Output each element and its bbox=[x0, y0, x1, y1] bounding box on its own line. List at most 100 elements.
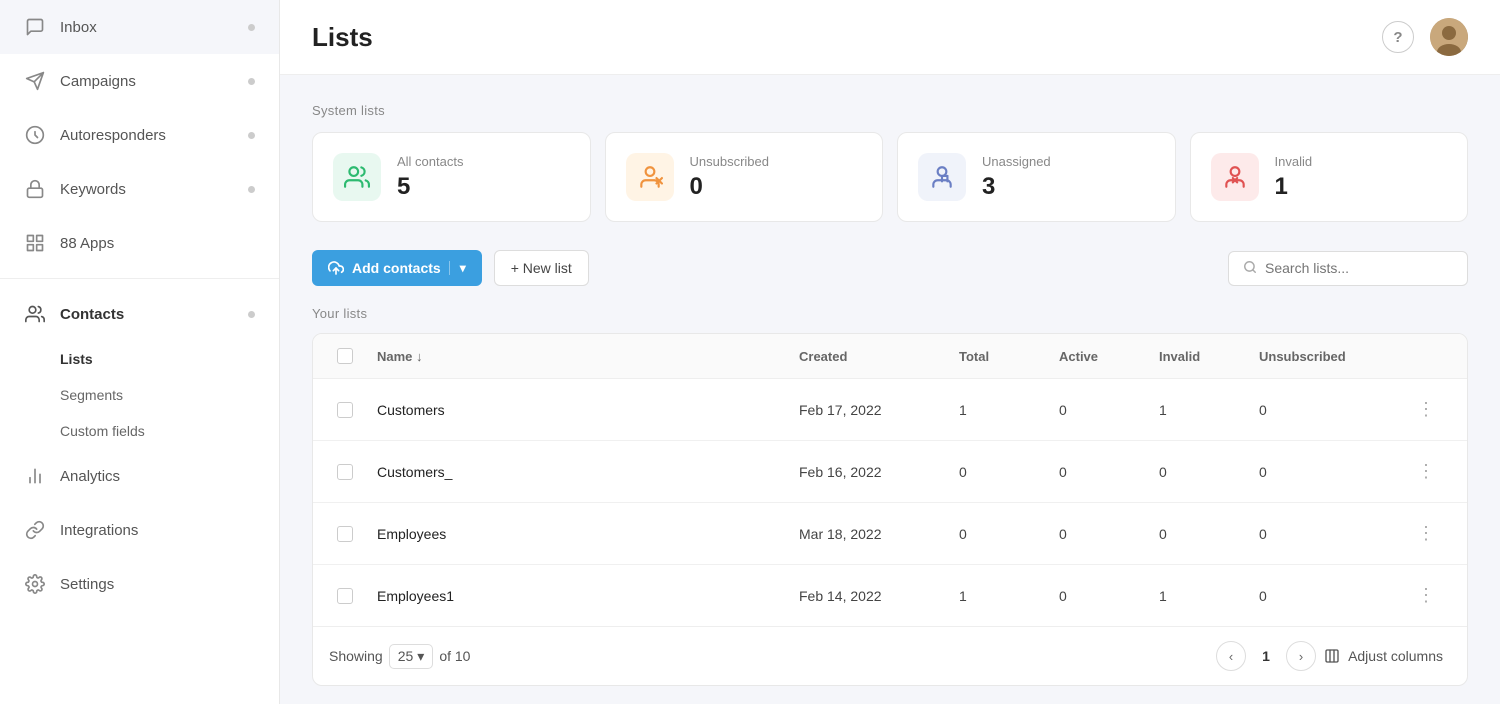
system-lists-label: System lists bbox=[312, 103, 1468, 118]
page-title: Lists bbox=[312, 22, 373, 53]
unsubscribed-card[interactable]: Unsubscribed 0 bbox=[605, 132, 884, 222]
add-contacts-chevron[interactable]: ▾ bbox=[449, 261, 466, 275]
row-2-more-button[interactable]: ⋮ bbox=[1409, 457, 1443, 486]
all-contacts-card[interactable]: All contacts 5 bbox=[312, 132, 591, 222]
sidebar-sub-item-custom-fields[interactable]: Custom fields bbox=[0, 413, 279, 449]
system-cards: All contacts 5 Unsubscribed 0 bbox=[312, 132, 1468, 222]
new-list-label: + New list bbox=[511, 260, 572, 276]
sidebar-item-settings[interactable]: Settings bbox=[0, 557, 279, 611]
th-active[interactable]: Active bbox=[1051, 334, 1151, 378]
inbox-icon bbox=[24, 16, 46, 38]
row-checkbox-1 bbox=[329, 386, 369, 434]
avatar[interactable] bbox=[1430, 18, 1468, 56]
row-4-more: ⋮ bbox=[1401, 565, 1451, 626]
all-contacts-icon bbox=[333, 153, 381, 201]
row-2-created: Feb 16, 2022 bbox=[791, 448, 951, 496]
search-icon bbox=[1243, 260, 1257, 277]
table-row: Employees1 Feb 14, 2022 1 0 1 0 ⋮ bbox=[313, 565, 1467, 627]
sidebar-label-settings: Settings bbox=[60, 576, 114, 593]
row-1-more-button[interactable]: ⋮ bbox=[1409, 395, 1443, 424]
sidebar-item-contacts[interactable]: Contacts bbox=[0, 287, 279, 341]
content-area: System lists All contacts 5 Unsubscribed bbox=[280, 75, 1500, 704]
unassigned-value: 3 bbox=[982, 173, 1051, 201]
inbox-dot bbox=[248, 24, 255, 31]
sidebar-sub-item-lists[interactable]: Lists bbox=[0, 341, 279, 377]
per-page-select[interactable]: 25 ▾ bbox=[389, 644, 434, 669]
settings-icon bbox=[24, 573, 46, 595]
row-2-checkbox[interactable] bbox=[337, 464, 353, 480]
sidebar-label-contacts: Contacts bbox=[60, 306, 124, 323]
table-footer: Showing 25 ▾ of 10 ‹ 1 › Adjust columns bbox=[313, 626, 1467, 685]
th-invalid[interactable]: Invalid bbox=[1151, 334, 1251, 378]
row-4-checkbox[interactable] bbox=[337, 588, 353, 604]
unassigned-icon bbox=[918, 153, 966, 201]
row-2-more: ⋮ bbox=[1401, 441, 1451, 502]
table-row: Customers_ Feb 16, 2022 0 0 0 0 ⋮ bbox=[313, 441, 1467, 503]
sidebar-item-keywords[interactable]: Keywords bbox=[0, 162, 279, 216]
row-2-active: 0 bbox=[1051, 448, 1151, 496]
unassigned-label: Unassigned bbox=[982, 154, 1051, 169]
unassigned-card[interactable]: Unassigned 3 bbox=[897, 132, 1176, 222]
th-unsubscribed[interactable]: Unsubscribed bbox=[1251, 334, 1401, 378]
row-4-total: 1 bbox=[951, 572, 1051, 620]
adjust-columns-button[interactable]: Adjust columns bbox=[1316, 644, 1451, 668]
row-3-more-button[interactable]: ⋮ bbox=[1409, 519, 1443, 548]
row-4-name[interactable]: Employees1 bbox=[369, 572, 791, 620]
unsubscribed-icon bbox=[626, 153, 674, 201]
sidebar-label-autoresponders: Autoresponders bbox=[60, 127, 166, 144]
th-total[interactable]: Total bbox=[951, 334, 1051, 378]
sidebar-item-integrations[interactable]: Integrations bbox=[0, 503, 279, 557]
next-page-button[interactable]: › bbox=[1286, 641, 1316, 671]
sidebar-label-inbox: Inbox bbox=[60, 19, 97, 36]
sidebar-item-campaigns[interactable]: Campaigns bbox=[0, 54, 279, 108]
autoresponders-icon bbox=[24, 124, 46, 146]
row-3-active: 0 bbox=[1051, 510, 1151, 558]
row-2-unsubscribed: 0 bbox=[1251, 448, 1401, 496]
campaigns-icon bbox=[24, 70, 46, 92]
your-lists-label: Your lists bbox=[312, 306, 1468, 321]
unsubscribed-info: Unsubscribed 0 bbox=[690, 154, 770, 201]
row-4-more-button[interactable]: ⋮ bbox=[1409, 581, 1443, 610]
row-3-more: ⋮ bbox=[1401, 503, 1451, 564]
unsubscribed-label: Unsubscribed bbox=[690, 154, 770, 169]
keywords-dot bbox=[248, 186, 255, 193]
sidebar-item-inbox[interactable]: Inbox bbox=[0, 0, 279, 54]
topbar: Lists ? bbox=[280, 0, 1500, 75]
campaigns-dot bbox=[248, 78, 255, 85]
sidebar-item-analytics[interactable]: Analytics bbox=[0, 449, 279, 503]
row-1-total: 1 bbox=[951, 386, 1051, 434]
row-3-checkbox[interactable] bbox=[337, 526, 353, 542]
row-checkbox-2 bbox=[329, 448, 369, 496]
select-all-checkbox[interactable] bbox=[337, 348, 353, 364]
page-number: 1 bbox=[1256, 648, 1276, 664]
unassigned-info: Unassigned 3 bbox=[982, 154, 1051, 201]
autoresponders-dot bbox=[248, 132, 255, 139]
add-contacts-button[interactable]: Add contacts ▾ bbox=[312, 250, 482, 286]
main-content: Lists ? System lists All contacts bbox=[280, 0, 1500, 704]
row-1-invalid: 1 bbox=[1151, 386, 1251, 434]
row-3-invalid: 0 bbox=[1151, 510, 1251, 558]
invalid-card[interactable]: Invalid 1 bbox=[1190, 132, 1469, 222]
th-name[interactable]: Name ↓ bbox=[369, 334, 791, 378]
sidebar-label-campaigns: Campaigns bbox=[60, 73, 136, 90]
all-contacts-info: All contacts 5 bbox=[397, 154, 463, 201]
table-header: Name ↓ Created Total Active Invalid Unsu… bbox=[313, 334, 1467, 379]
help-button[interactable]: ? bbox=[1382, 21, 1414, 53]
row-1-name[interactable]: Customers bbox=[369, 386, 791, 434]
th-checkbox bbox=[329, 334, 369, 378]
search-input[interactable] bbox=[1265, 260, 1453, 276]
sidebar-item-apps[interactable]: 88 Apps bbox=[0, 216, 279, 270]
th-created[interactable]: Created bbox=[791, 334, 951, 378]
row-1-checkbox[interactable] bbox=[337, 402, 353, 418]
row-2-name[interactable]: Customers_ bbox=[369, 448, 791, 496]
table-row: Employees Mar 18, 2022 0 0 0 0 ⋮ bbox=[313, 503, 1467, 565]
row-1-active: 0 bbox=[1051, 386, 1151, 434]
row-4-unsubscribed: 0 bbox=[1251, 572, 1401, 620]
sidebar-sub-item-segments[interactable]: Segments bbox=[0, 377, 279, 413]
row-3-name[interactable]: Employees bbox=[369, 510, 791, 558]
table-row: Customers Feb 17, 2022 1 0 1 0 ⋮ bbox=[313, 379, 1467, 441]
new-list-button[interactable]: + New list bbox=[494, 250, 589, 286]
sidebar-item-autoresponders[interactable]: Autoresponders bbox=[0, 108, 279, 162]
prev-page-button[interactable]: ‹ bbox=[1216, 641, 1246, 671]
contacts-dot bbox=[248, 311, 255, 318]
